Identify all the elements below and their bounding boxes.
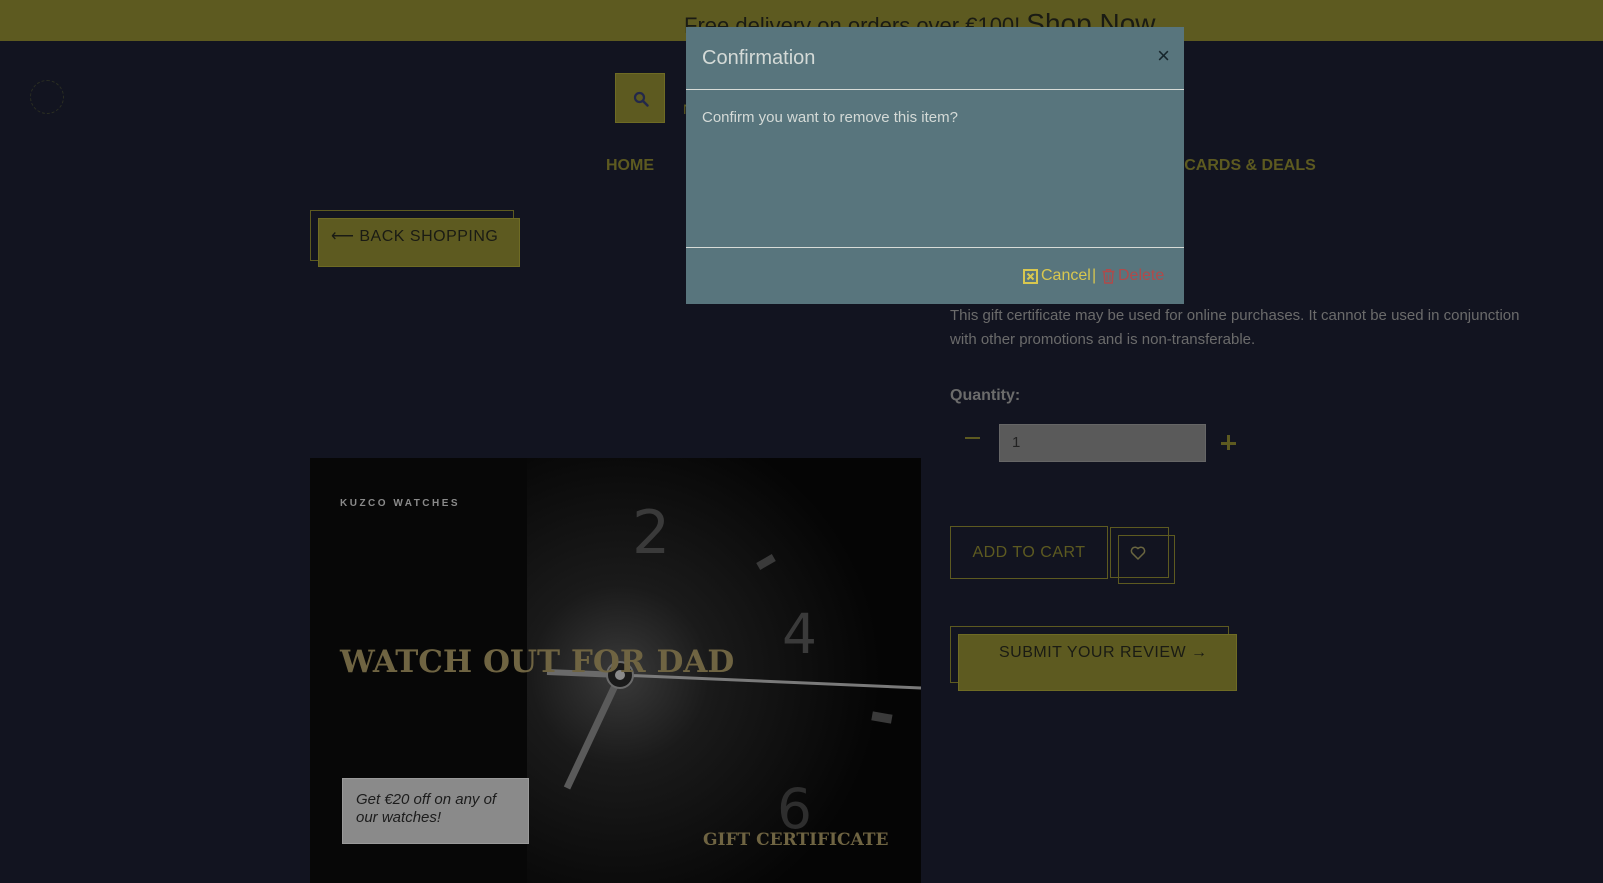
- add-to-cart-button[interactable]: ADD TO CART: [950, 526, 1108, 579]
- back-shopping-label[interactable]: ⟵ BACK SHOPPING: [331, 226, 498, 246]
- offer-text: Get €20 off on any of our watches!: [356, 791, 497, 826]
- search-icon: [633, 91, 649, 107]
- submit-review-button[interactable]: [958, 634, 1237, 691]
- submit-review-label[interactable]: SUBMIT YOUR REVIEW →: [999, 644, 1208, 662]
- close-icon[interactable]: ×: [1157, 45, 1170, 67]
- wishlist-button[interactable]: [1118, 535, 1175, 584]
- trash-icon: [1102, 268, 1115, 284]
- delete-button[interactable]: Delete: [1102, 267, 1164, 285]
- gift-certificate-label: GIFT CERTIFICATE: [703, 830, 889, 850]
- cancel-label: Cancel: [1041, 267, 1091, 284]
- x-square-icon: [1023, 268, 1038, 284]
- logo[interactable]: [30, 80, 64, 114]
- cancel-button[interactable]: Cancel: [1023, 267, 1091, 285]
- modal-header: Confirmation ×: [686, 27, 1184, 90]
- image-headline: WATCH OUT FOR DAD: [340, 644, 735, 680]
- brand-name: KUZCO WATCHES: [340, 498, 461, 509]
- offer-box: Get €20 off on any of our watches!: [342, 778, 529, 844]
- modal-title: Confirmation: [702, 47, 816, 69]
- confirmation-modal: Confirmation × Confirm you want to remov…: [686, 27, 1184, 304]
- nav-item-gift-cards-deals[interactable]: T CARDS & DEALS: [1170, 157, 1316, 175]
- heart-icon: [1130, 546, 1146, 560]
- button-separator: |: [1092, 267, 1097, 284]
- svg-text:4: 4: [782, 602, 817, 666]
- quantity-increase-button[interactable]: [1220, 434, 1238, 452]
- delete-label: Delete: [1118, 267, 1165, 284]
- quantity-decrease-button[interactable]: [964, 428, 982, 448]
- quantity-label: Quantity:: [950, 387, 1021, 404]
- svg-text:2: 2: [632, 498, 670, 568]
- quantity-input[interactable]: 1: [999, 424, 1206, 462]
- product-description: This gift certificate may be used for on…: [950, 307, 1520, 348]
- modal-footer: Cancel | Delete: [686, 247, 1184, 304]
- nav-item-home[interactable]: HOME: [606, 157, 654, 175]
- modal-message: Confirm you want to remove this item?: [702, 109, 958, 126]
- search-button[interactable]: [615, 73, 665, 123]
- product-image: 2 4 6 KUZCO WATCHES WATCH OUT FOR DAD Ge…: [310, 458, 921, 883]
